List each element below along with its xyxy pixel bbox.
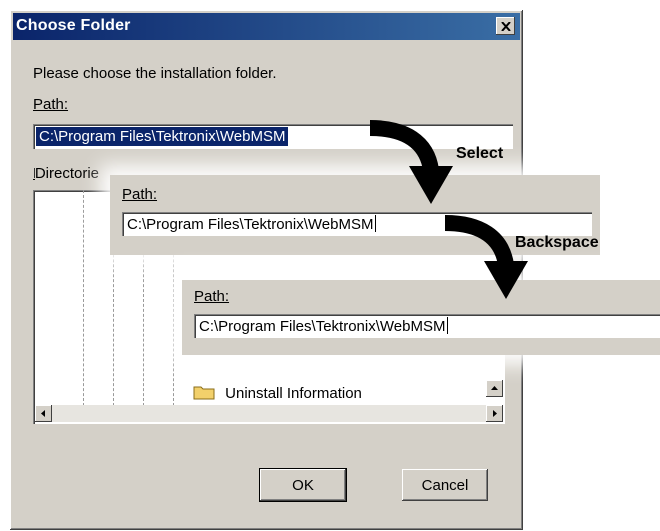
instruction-text: Please choose the installation folder. [33, 65, 277, 82]
path-input[interactable]: C:\Program Files\Tektronix\WebMSM [194, 314, 660, 338]
path-text: C:\Program Files\Tektronix\WebMSM [127, 215, 377, 233]
scroll-up-button[interactable] [486, 380, 503, 397]
scroll-left-button[interactable] [35, 405, 52, 422]
close-button[interactable] [496, 17, 515, 35]
scroll-right-button[interactable] [486, 405, 503, 422]
tree-item-uninstall-information[interactable]: Uninstall Information [193, 384, 362, 402]
backspace-step-panel: Path: C:\Program Files\Tektronix\WebMSM [182, 280, 660, 355]
horizontal-scrollbar[interactable] [35, 405, 503, 422]
directories-label: DDirectorie [33, 165, 100, 182]
text-cursor [447, 317, 449, 334]
tree-line [83, 190, 84, 406]
ok-button[interactable]: OK [259, 468, 347, 502]
dialog-title: Choose Folder [16, 17, 131, 34]
select-step-label: Select [456, 145, 504, 162]
path-label: Path: [33, 96, 69, 113]
close-icon [500, 21, 511, 31]
path-label: Path: [122, 186, 158, 203]
backspace-step-label: Backspace [515, 234, 599, 251]
path-label: Path: [194, 288, 230, 305]
arrow-up-icon [491, 386, 498, 390]
arrow-right-icon [493, 410, 497, 417]
text-cursor [375, 215, 377, 232]
arrow-left-icon [41, 410, 45, 417]
folder-icon [193, 386, 215, 400]
path-selected-text: C:\Program Files\Tektronix\WebMSM [36, 127, 289, 146]
path-text: C:\Program Files\Tektronix\WebMSM [199, 317, 449, 335]
folder-label: Uninstall Information [225, 385, 362, 402]
title-bar: Choose Folder [13, 13, 520, 40]
curved-arrow-icon [444, 215, 528, 299]
cancel-button[interactable]: Cancel [402, 469, 488, 501]
curved-arrow-icon [369, 120, 453, 204]
